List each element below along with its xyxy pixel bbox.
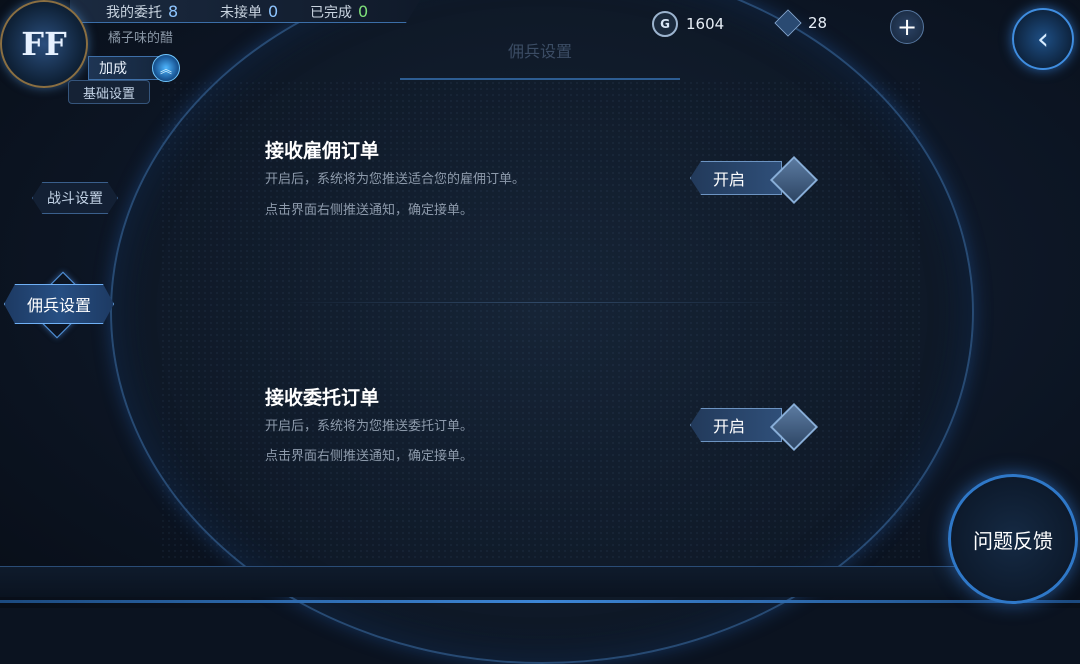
- commission-orders-toggle[interactable]: 开启: [690, 408, 782, 442]
- sidebar-item-label: 佣兵设置: [26, 296, 91, 315]
- toggle-label: 开启: [712, 417, 745, 436]
- stat-unaccepted[interactable]: 未接单 0: [220, 2, 278, 22]
- bonus-chevron-icon[interactable]: ︽: [152, 54, 180, 82]
- stat-label: 已完成: [310, 5, 352, 21]
- section-divider: [280, 302, 800, 303]
- sidebar-item-label: 战斗设置: [47, 191, 103, 207]
- stat-label: 我的委托: [106, 5, 162, 21]
- bonus-label: 加成: [99, 61, 127, 77]
- stat-my-commissions[interactable]: 我的委托 8: [106, 2, 178, 22]
- stat-value: 8: [168, 2, 179, 21]
- gold-amount: 1604: [686, 15, 725, 33]
- hire-orders-toggle[interactable]: 开启: [690, 161, 782, 195]
- stat-value: 0: [358, 2, 369, 21]
- page-title: 佣兵设置: [400, 38, 680, 80]
- stat-value: 0: [268, 2, 279, 21]
- back-button[interactable]: ‹: [1012, 8, 1074, 70]
- gem-amount: 28: [808, 14, 828, 32]
- setting-desc: 点击界面右侧推送通知，确定接单。: [265, 449, 474, 464]
- toggle-label: 开启: [712, 170, 745, 189]
- chevron-left-icon: ‹: [1037, 21, 1049, 57]
- sidebar-item-mercenary-settings[interactable]: 佣兵设置: [4, 284, 114, 324]
- setting-title-commission-orders: 接收委托订单: [265, 387, 380, 409]
- gold-coin-icon: G: [652, 11, 678, 37]
- bottom-accent-line: [0, 600, 1080, 603]
- sidebar-item-battle-settings[interactable]: 战斗设置: [32, 182, 118, 214]
- setting-desc: 点击界面右侧推送通知，确定接单。: [265, 203, 474, 218]
- avatar-logo: FF: [21, 25, 67, 63]
- setting-desc: 开启后，系统将为您推送委托订单。: [265, 419, 474, 434]
- plus-icon: +: [896, 13, 918, 41]
- gem-currency: 28: [774, 9, 828, 37]
- sidebar-item-basic-settings[interactable]: 基础设置: [68, 80, 150, 104]
- player-nickname: 橘子味的醋: [108, 31, 174, 46]
- stat-label: 未接单: [220, 5, 262, 21]
- sidebar-item-label: 基础设置: [82, 86, 135, 102]
- setting-desc: 开启后，系统将为您推送适合您的雇佣订单。: [265, 172, 526, 187]
- gold-currency: G 1604: [652, 11, 724, 37]
- feedback-label: 问题反馈: [973, 528, 1053, 553]
- bottom-bar: [0, 566, 960, 597]
- feedback-button[interactable]: 问题反馈: [948, 474, 1078, 604]
- add-currency-button[interactable]: +: [890, 10, 924, 44]
- setting-title-hire-orders: 接收雇佣订单: [265, 140, 380, 162]
- avatar[interactable]: FF: [0, 0, 88, 88]
- cube-icon: [774, 9, 802, 37]
- stat-completed[interactable]: 已完成 0: [310, 2, 368, 22]
